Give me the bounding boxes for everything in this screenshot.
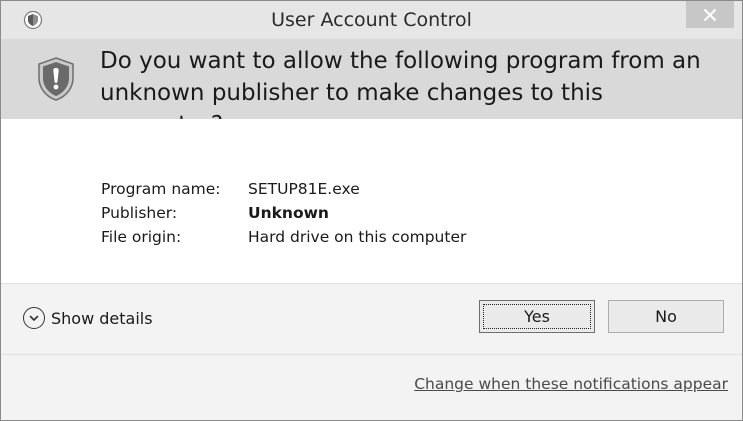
file-origin-value: Hard drive on this computer [248, 228, 467, 246]
action-bar: Show details Yes No [1, 284, 742, 354]
notification-settings-link[interactable]: Change when these notifications appear [414, 375, 728, 393]
program-info-panel: Program name: SETUP81E.exe Publisher: Unkn… [1, 119, 742, 283]
program-name-label: Program name: [101, 180, 221, 198]
prompt-header: Do you want to allow the following progr… [1, 39, 742, 138]
yes-button[interactable]: Yes [479, 300, 595, 333]
publisher-value: Unknown [248, 204, 329, 222]
show-details-label[interactable]: Show details [51, 309, 153, 328]
show-details-toggle[interactable] [23, 307, 45, 329]
divider [1, 354, 742, 355]
program-name-row: Program name: SETUP81E.exe [101, 177, 466, 201]
file-origin-row: File origin: Hard drive on this computer [101, 225, 466, 249]
publisher-row: Publisher: Unknown [101, 201, 466, 225]
publisher-label: Publisher: [101, 204, 178, 222]
uac-dialog: User Account Control Do you want to allo… [0, 0, 743, 421]
no-button-label: No [655, 307, 677, 326]
file-origin-label: File origin: [101, 228, 182, 246]
close-button[interactable] [686, 1, 734, 28]
close-icon [704, 8, 716, 21]
program-name-value: SETUP81E.exe [248, 180, 360, 198]
program-info: Program name: SETUP81E.exe Publisher: Unkn… [101, 177, 466, 249]
title-bar: User Account Control [1, 1, 742, 39]
chevron-down-circle-icon [29, 315, 39, 321]
no-button[interactable]: No [608, 300, 724, 333]
warning-shield-icon [38, 57, 74, 101]
focus-ring [483, 304, 591, 329]
window-title: User Account Control [271, 9, 472, 31]
